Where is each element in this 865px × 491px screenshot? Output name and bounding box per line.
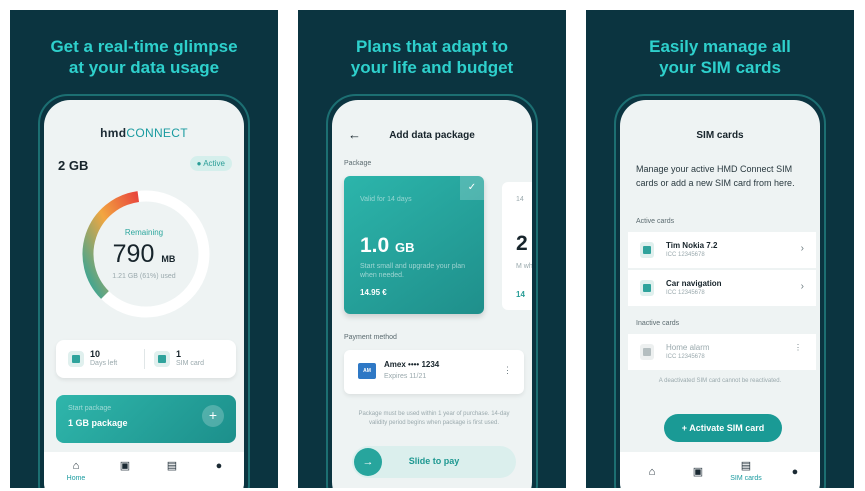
hmd-connect-logo: hmdCONNECT <box>100 126 188 140</box>
sim-icon <box>640 242 654 258</box>
nav-home[interactable]: ⌂ <box>632 466 672 478</box>
phone-frame: ← Add data package Package Valid for 14 … <box>326 94 538 488</box>
caption: Plans that adapt to your life and budget <box>350 37 514 77</box>
sim-icon <box>640 344 654 360</box>
page-title: Add data package <box>389 130 475 141</box>
user-icon: ● <box>791 466 799 478</box>
more-options-icon[interactable]: ⋮ <box>794 343 802 353</box>
bottom-nav: ⌂ ▣ ▤ SIM cards ● <box>620 452 820 488</box>
amex-card-icon: AM <box>358 363 376 379</box>
stats-card: 10 Days left 1 SIM card <box>56 340 236 378</box>
package-card-selected[interactable]: Valid for 14 days ✓ 1.0 GB Start small a… <box>344 176 484 314</box>
user-icon: ● <box>215 460 223 472</box>
nav-sim[interactable]: ▣ <box>105 460 145 472</box>
sim-icon: ▣ <box>119 460 131 472</box>
home-icon: ⌂ <box>648 466 656 478</box>
add-package-screen: ← Add data package Package Valid for 14 … <box>332 100 532 488</box>
phone-frame: hmdCONNECT 2 GB ● Active Remaining 790 M… <box>38 94 250 488</box>
add-package-button[interactable]: + <box>202 405 224 427</box>
chevron-right-icon: › <box>800 281 804 292</box>
start-package-card[interactable]: Start package 1 GB package + <box>56 395 236 443</box>
divider <box>144 349 145 369</box>
nav-sim-cards[interactable]: ▤ SIM cards <box>726 460 766 482</box>
bottom-nav: ⌂ Home ▣ ▤ ● <box>44 452 244 488</box>
check-icon: ✓ <box>460 176 484 200</box>
sim-card-row[interactable]: Tim Nokia 7.2 ICC 12345678 › <box>628 232 816 268</box>
promo-panel-sim: Easily manage all your SIM cards SIM car… <box>586 10 854 488</box>
nav-profile[interactable]: ● <box>775 466 815 478</box>
nav-documents[interactable]: ▤ <box>152 460 192 472</box>
remaining-value: 790 MB <box>112 240 176 268</box>
sim-card-row[interactable]: Car navigation ICC 12345678 › <box>628 270 816 306</box>
package-card[interactable]: 14 2 M wh 14 <box>502 182 532 310</box>
home-icon: ⌂ <box>72 460 80 472</box>
calendar-icon <box>68 351 84 367</box>
sim-icon <box>640 280 654 296</box>
nav-profile[interactable]: ● <box>199 460 239 472</box>
sim-icon <box>154 351 170 367</box>
nav-home[interactable]: ⌂ Home <box>56 460 96 482</box>
sim-cards-screen: SIM cards Manage your active HMD Connect… <box>620 100 820 488</box>
nav-sim[interactable]: ▣ <box>678 466 718 478</box>
page-title: SIM cards <box>696 130 744 141</box>
payment-method-card[interactable]: AM Amex •••• 1234 Expires 11/21 ⋮ <box>344 350 524 394</box>
activate-sim-button[interactable]: + Activate SIM card <box>664 414 782 442</box>
status-badge: ● Active <box>189 156 232 171</box>
slide-to-pay-button[interactable]: → Slide to pay <box>352 446 516 478</box>
more-options-icon[interactable]: ⋮ <box>503 364 512 377</box>
chevron-right-icon: › <box>800 243 804 254</box>
promo-panel-usage: Get a real-time glimpse at your data usa… <box>10 10 278 488</box>
home-screen: hmdCONNECT 2 GB ● Active Remaining 790 M… <box>44 100 244 488</box>
plan-size: 2 GB <box>58 158 89 173</box>
document-icon: ▤ <box>740 460 752 472</box>
phone-frame: SIM cards Manage your active HMD Connect… <box>614 94 826 488</box>
caption: Easily manage all your SIM cards <box>649 37 791 77</box>
sim-card-row-inactive[interactable]: Home alarm ICC 12345678 ⋮ <box>628 334 816 370</box>
caption: Get a real-time glimpse at your data usa… <box>50 37 238 77</box>
document-icon: ▤ <box>166 460 178 472</box>
promo-panel-plans: Plans that adapt to your life and budget… <box>298 10 566 488</box>
sim-icon: ▣ <box>692 466 704 478</box>
